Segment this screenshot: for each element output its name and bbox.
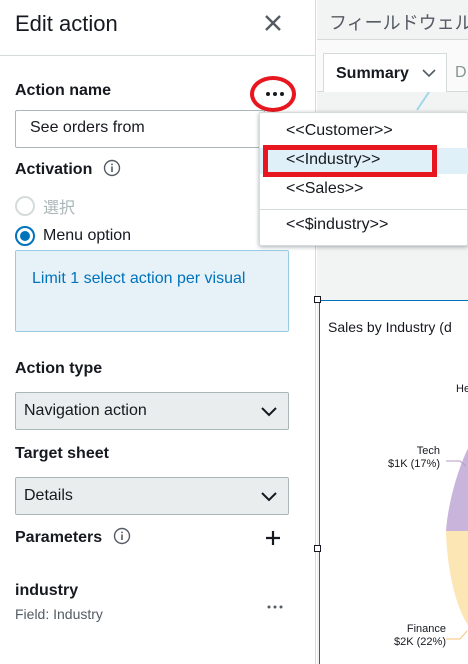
parameters-label-text: Parameters [15, 529, 103, 546]
target-sheet-select[interactable]: Details [15, 477, 289, 515]
tab-summary[interactable]: Summary [323, 53, 447, 93]
pie-label-finance-name: Finance [406, 623, 446, 635]
activation-label-text: Activation [15, 161, 93, 178]
activation-option-label: 選択 [43, 200, 76, 217]
activation-option-label: Menu option [43, 227, 132, 244]
annotation-oval [250, 76, 296, 112]
parameter-insert-menu: <<Customer>> <<Industry>> <<Sales>> <<$i… [259, 112, 468, 246]
pie-label-tech: Tech $1K (17%) [380, 445, 440, 471]
action-name-label: Action name [15, 82, 112, 99]
action-type-value: Navigation action [24, 402, 147, 419]
panel-title: Edit action [15, 11, 118, 36]
plus-icon [266, 531, 280, 545]
target-sheet-value: Details [24, 487, 73, 504]
add-parameter-button[interactable] [264, 529, 282, 547]
pie-label-tech-name: Tech [416, 445, 440, 457]
tab-label: Summary [336, 65, 409, 82]
pie-chart-visual[interactable]: Sales by Industry (d He Tech $1K (17%) F… [319, 300, 468, 664]
tab-next[interactable]: D [455, 64, 467, 82]
action-name-input[interactable]: See orders from [15, 110, 265, 148]
resize-handle[interactable] [314, 545, 321, 552]
radio-checked [15, 226, 35, 246]
parameter-field: Field: Industry [15, 606, 103, 622]
field-wells-bar[interactable]: フィールドウェル [317, 0, 468, 40]
more-icon [267, 605, 283, 609]
close-icon [265, 15, 281, 31]
menu-item-customer[interactable]: <<Customer>> [260, 119, 468, 145]
edit-action-panel: Edit action Action name See orders from … [0, 0, 316, 664]
chevron-down-icon [261, 407, 277, 417]
pie-label-tech-value: $1K (17%) [388, 458, 440, 470]
pie-label-finance: Finance $2K (22%) [380, 623, 446, 649]
pie-label-he: He [456, 383, 468, 395]
panel-header: Edit action [0, 0, 316, 56]
activation-info-box: Limit 1 select action per visual [15, 250, 289, 332]
annotation-highlight-box [263, 145, 437, 177]
radio-unchecked [15, 196, 35, 216]
action-type-select[interactable]: Navigation action [15, 392, 289, 430]
sheet-tab-bar: Summary D [317, 40, 468, 93]
resize-handle[interactable] [314, 296, 321, 303]
parameter-more-button[interactable] [266, 598, 284, 609]
activation-label: Activation [15, 159, 121, 179]
target-sheet-label: Target sheet [15, 445, 109, 462]
action-type-label: Action type [15, 360, 103, 377]
menu-item-sales[interactable]: <<Sales>> [260, 177, 468, 203]
menu-divider [260, 209, 468, 210]
menu-item-industry-parameter[interactable]: <<$industry>> [260, 213, 468, 239]
analysis-canvas-area: フィールドウェル Summary D Sales by Industry (d … [317, 0, 468, 664]
info-icon[interactable] [113, 527, 131, 545]
pie-leader-finance [446, 630, 468, 640]
info-icon[interactable] [103, 159, 121, 177]
pie-chart [446, 448, 468, 640]
parameter-name: industry [15, 582, 79, 599]
activation-option-menu[interactable]: Menu option [15, 226, 131, 246]
parameters-label: Parameters [15, 527, 131, 547]
field-wells-text: フィールドウェル [329, 13, 468, 33]
pie-slice-tech [446, 448, 468, 531]
close-button[interactable] [262, 12, 284, 34]
activation-option-select[interactable]: 選択 [15, 194, 75, 218]
chevron-down-icon [261, 492, 277, 502]
chevron-down-icon [422, 69, 436, 78]
pie-slice-finance [446, 531, 468, 626]
pie-label-finance-value: $2K (22%) [394, 636, 446, 648]
